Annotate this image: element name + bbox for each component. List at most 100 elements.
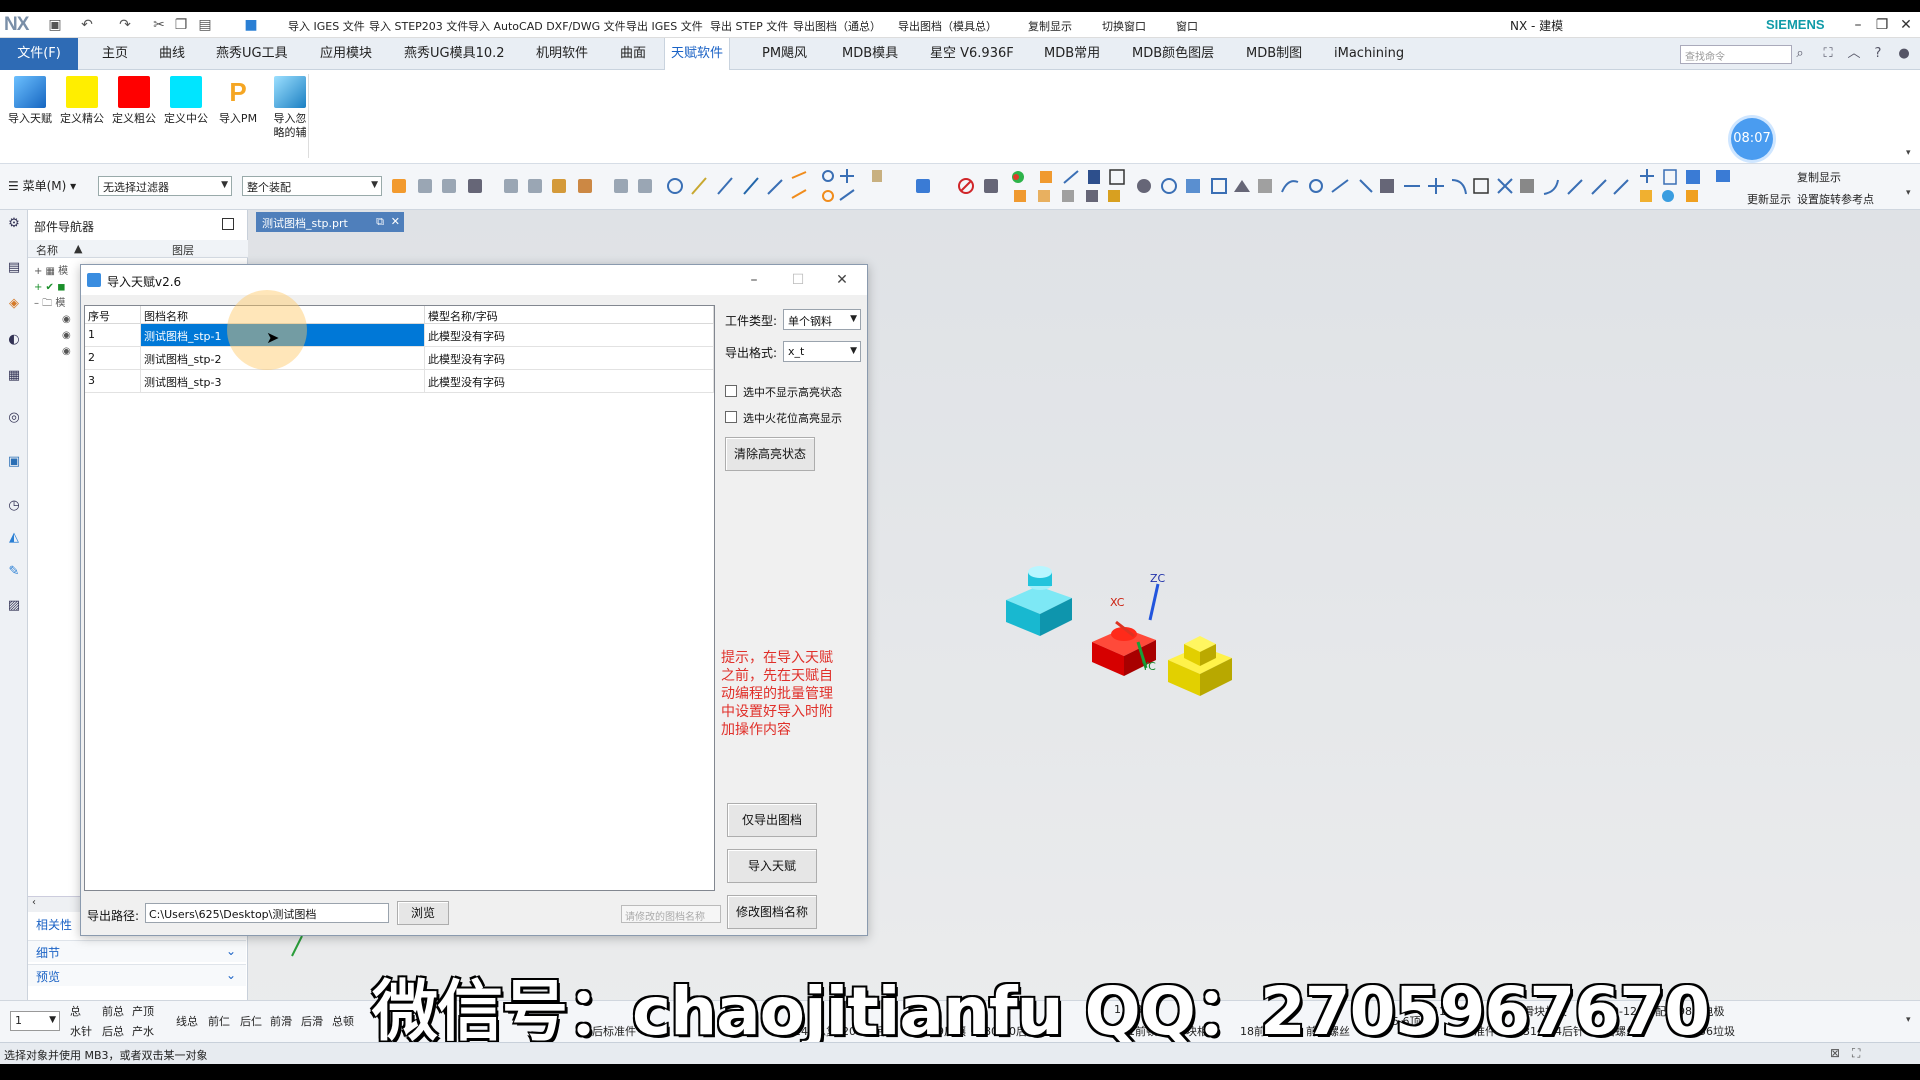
switch-window[interactable]: 切换窗口 [1102,18,1146,34]
tab-jiming[interactable]: 机明软件 [530,38,594,70]
selection-filter-combo[interactable]: 无选择过滤器 ▼ [98,176,232,196]
col-name[interactable]: 名称 [36,242,58,258]
navigator-tree[interactable]: + ▦ 模 + ✔ ◼ – 🗀 模 ◉ ◉ ◉ [34,264,71,360]
bb-front-total[interactable]: 前总 [102,1003,124,1019]
document-tab[interactable]: 测试图档_stp.prt ⧉ ✕ [256,212,404,232]
yellow-part[interactable] [1168,636,1232,696]
scroll-left-icon[interactable]: ‹ [32,897,36,908]
define-rough-button[interactable]: 定义粗公 [108,74,160,150]
constraint-icon[interactable]: ▦ [6,368,22,384]
preview-panel[interactable]: 预览 ⌄ [28,964,246,986]
palette-icon[interactable]: ▨ [6,598,22,614]
export-step[interactable]: 导出 STEP 文件 [710,18,788,34]
define-fine-button[interactable]: 定义精公 [56,74,108,150]
toolbar-expand-icon[interactable]: ▾ [1906,188,1911,198]
tab-curve[interactable]: 曲线 [153,38,191,70]
related-panel[interactable]: 相关性 [36,916,72,933]
ribbon-expand-icon[interactable]: ▾ [1906,148,1911,158]
cyan-part[interactable] [1006,566,1072,636]
bb-product-top[interactable]: 产顶 [132,1003,154,1019]
tree-node-body-1[interactable]: ◉ [34,312,71,328]
table-row[interactable]: 1 测试图档_stp-1 此模型没有字码 [85,324,714,347]
window-menu[interactable]: 窗口 [1176,18,1198,34]
tab-pin-icon[interactable]: ⧉ [376,215,384,229]
bb-rear-total[interactable]: 后总 [102,1023,124,1039]
export-drawing-mold[interactable]: 导出图档（模具总） [898,18,997,34]
cut-icon[interactable]: ✂ [150,16,168,34]
bb-rear-core[interactable]: 后仁 [240,1013,262,1029]
col-model-code[interactable]: 模型名称/字码 [425,306,714,324]
workpiece-type-select[interactable]: 单个钢料 ▼ [783,309,861,330]
import-dxf[interactable]: 导入 AutoCAD DXF/DWG 文件 [468,18,626,34]
table-row[interactable]: 3 测试图档_stp-3 此模型没有字码 [85,370,714,393]
tab-app-module[interactable]: 应用模块 [314,38,378,70]
bottom-expand-icon[interactable]: ▾ [1906,1015,1911,1025]
tree-node-camera[interactable]: + ✔ ◼ [34,280,71,296]
gear-icon[interactable]: ⚙ [6,216,22,232]
spark-highlight-label[interactable]: 选中火花位高亮显示 [743,410,842,426]
restore-icon[interactable]: ❐ [1872,16,1892,34]
redo-icon[interactable]: ↷ [116,16,134,34]
tab-imachining[interactable]: iMachining [1328,38,1410,70]
browse-button[interactable]: 浏览 [397,901,449,925]
import-tianfu-button[interactable]: 导入天赋 [727,849,817,883]
bb-line-total[interactable]: 线总 [176,1013,198,1029]
undo-icon[interactable]: ↶ [78,16,96,34]
export-iges[interactable]: 导出 IGES 文件 [626,18,703,34]
search-command-input[interactable]: 查找命令 [1680,45,1792,64]
new-name-input[interactable]: 请修改的图档名称 [621,905,721,923]
tab-close-icon[interactable]: ✕ [391,215,400,228]
tab-mdb-color[interactable]: MDB颜色图层 [1126,38,1220,70]
copy-display[interactable]: 复制显示 [1028,18,1072,34]
minimize-icon[interactable]: – [1848,16,1868,34]
selection-grid-icon[interactable]: ⊠ [1830,1046,1840,1060]
bb-total-plate[interactable]: 总顿 [332,1013,354,1029]
dialog-close-icon[interactable]: ✕ [831,271,853,289]
tab-home[interactable]: 主页 [96,38,134,70]
tab-xingkong[interactable]: 星空 V6.936F [924,38,1020,70]
tab-yanxiu-mold[interactable]: 燕秀UG模具10.2 [398,38,511,70]
web-browser-icon[interactable]: ▣ [6,454,22,470]
set-rotate-ref-button[interactable]: 设置旋转参考点 [1797,191,1874,207]
export-format-select[interactable]: x_t ▼ [783,341,861,362]
drawing-list[interactable]: 序号 图档名称 模型名称/字码 1 测试图档_stp-1 此模型没有字码 2 测… [84,305,715,891]
toolbar-icons-strip[interactable] [388,168,1778,206]
details-panel[interactable]: 细节 ⌄ [28,940,246,962]
file-menu[interactable]: 文件(F) [0,38,78,70]
no-highlight-checkbox[interactable] [725,385,737,397]
export-path-input[interactable]: C:\Users\625\Desktop\测试图档 [145,903,389,923]
settings-dot-icon[interactable]: ● [1896,46,1912,62]
export-drawing-total[interactable]: 导出图档（通总） [793,18,881,34]
3d-models-view[interactable] [988,550,1288,720]
table-row[interactable]: 2 测试图档_stp-2 此模型没有字码 [85,347,714,370]
update-display-button[interactable]: 更新显示 [1747,191,1791,207]
tree-node-body-3[interactable]: ◉ [34,344,71,360]
paste-icon[interactable]: ▤ [196,16,214,34]
bb-rear-slide[interactable]: 后滑 [301,1013,323,1029]
search-icon[interactable]: ⌕ [1792,46,1808,62]
col-number[interactable]: 序号 [85,306,141,324]
reuse-library-icon[interactable]: ◎ [6,410,22,426]
no-highlight-label[interactable]: 选中不显示高亮状态 [743,384,842,400]
clear-highlight-button[interactable]: 清除高亮状态 [725,437,815,471]
window-icon[interactable]: ■ [242,16,260,34]
import-tianfu-button[interactable]: 导入天赋 [4,74,56,150]
tab-pm[interactable]: PM飓风 [756,38,813,70]
col-layer[interactable]: 图层 [172,242,194,258]
part-nav-icon[interactable]: ◐ [6,332,22,348]
bb-total[interactable]: 总 [70,1003,81,1019]
tab-mdb-common[interactable]: MDB常用 [1038,38,1106,70]
import-step203[interactable]: 导入 STEP203 文件 [369,18,468,34]
tab-mdb-drawing[interactable]: MDB制图 [1240,38,1308,70]
menu-button[interactable]: ☰ 菜单(M) ▾ [8,177,76,194]
fullscreen-icon[interactable]: ⛶ [1820,46,1836,62]
export-only-button[interactable]: 仅导出图档 [727,803,817,837]
fullscreen-status-icon[interactable]: ⛶ [1852,1046,1860,1061]
sort-up-icon[interactable]: ▲ [74,242,82,255]
bb-product-water[interactable]: 产水 [132,1023,154,1039]
spark-highlight-checkbox[interactable] [725,411,737,423]
copy-display-button[interactable]: 复制显示 [1797,169,1841,185]
maximize-icon[interactable] [222,218,234,230]
import-iges[interactable]: 导入 IGES 文件 [288,18,365,34]
tree-node-model-history[interactable]: – 🗀 模 [34,296,71,312]
